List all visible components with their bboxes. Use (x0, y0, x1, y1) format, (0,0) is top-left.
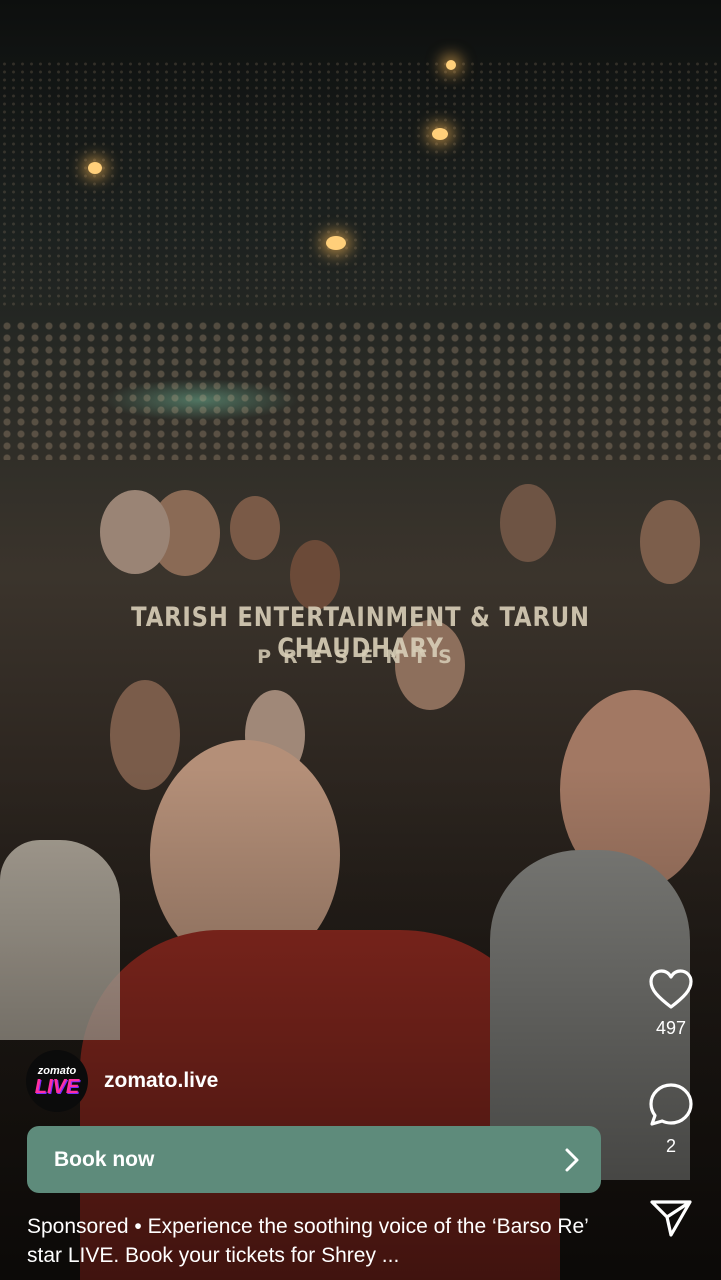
account-row[interactable]: zomato LIVE zomato.live (26, 1050, 218, 1112)
paper-plane-icon (650, 1200, 692, 1237)
like-count: 497 (655, 1018, 687, 1038)
book-now-button[interactable]: Book now (27, 1126, 601, 1193)
username[interactable]: zomato.live (104, 1069, 218, 1093)
avatar-text-bottom: LIVE (34, 1075, 80, 1098)
chevron-right-icon (565, 1148, 579, 1171)
like-button[interactable]: 497 (641, 968, 701, 1039)
avatar[interactable]: zomato LIVE (26, 1050, 88, 1112)
book-now-label: Book now (54, 1147, 155, 1171)
comment-button[interactable]: 2 (641, 1082, 701, 1157)
comment-count: 2 (665, 1136, 676, 1156)
avatar-text-top: zomato (37, 1064, 77, 1077)
caption[interactable]: Sponsored • Experience the soothing voic… (27, 1212, 627, 1270)
heart-icon (649, 969, 693, 1009)
share-button[interactable] (641, 1198, 701, 1238)
overlay-subtitle: PRESENTS (257, 646, 464, 668)
comment-bubble-icon (649, 1083, 693, 1126)
